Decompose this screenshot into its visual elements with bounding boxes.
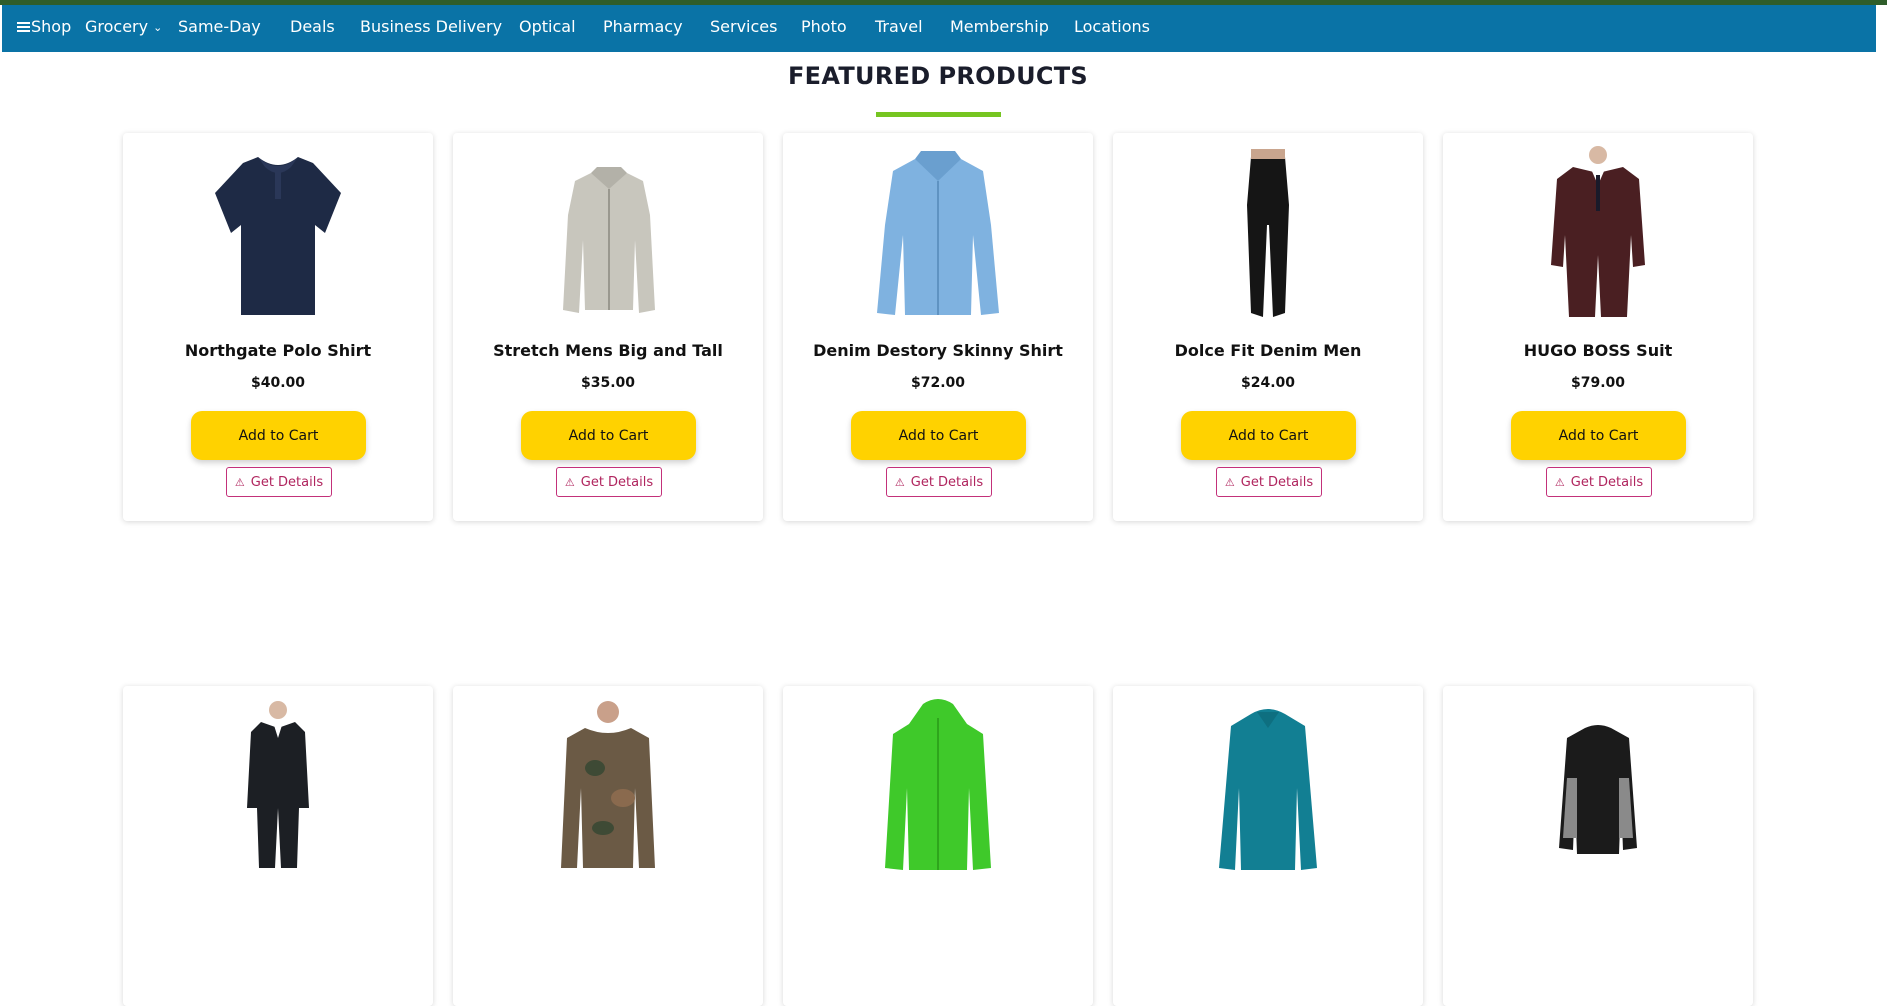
- section-title: FEATURED PRODUCTS: [0, 62, 1876, 90]
- get-details-label: Get Details: [1570, 474, 1644, 490]
- nav-shop[interactable]: Shop: [17, 13, 71, 41]
- get-details-button[interactable]: ⚠ Get Details: [886, 467, 992, 497]
- main-nav: Shop Grocery ⌄ Same-Day Deals Business De…: [2, 5, 1876, 52]
- get-details-label: Get Details: [250, 474, 324, 490]
- add-to-cart-button[interactable]: Add to Cart: [521, 411, 696, 460]
- product-card: [1113, 686, 1423, 1006]
- product-card: Dolce Fit Denim Men $24.00 Add to Cart ⚠…: [1113, 133, 1423, 521]
- warning-icon: ⚠: [234, 475, 245, 489]
- product-price: $40.00: [250, 375, 306, 391]
- product-image-black-suit[interactable]: [123, 698, 433, 878]
- nav-business-delivery[interactable]: Business Delivery: [360, 13, 502, 41]
- nav-same-day[interactable]: Same-Day: [178, 13, 261, 41]
- add-to-cart-button[interactable]: Add to Cart: [1181, 411, 1356, 460]
- add-to-cart-button[interactable]: Add to Cart: [851, 411, 1026, 460]
- warning-icon: ⚠: [564, 475, 575, 489]
- product-image-track-jacket[interactable]: [1443, 698, 1753, 878]
- product-name[interactable]: HUGO BOSS Suit: [1443, 341, 1753, 360]
- warning-icon: ⚠: [894, 475, 905, 489]
- product-image-green-jacket[interactable]: [783, 698, 1093, 878]
- nav-shop-label: Shop: [31, 17, 72, 36]
- add-to-cart-button[interactable]: Add to Cart: [1511, 411, 1686, 460]
- nav-travel[interactable]: Travel: [875, 13, 923, 41]
- get-details-label: Get Details: [580, 474, 654, 490]
- product-card: [123, 686, 433, 1006]
- nav-deals[interactable]: Deals: [290, 13, 335, 41]
- product-card: [453, 686, 763, 1006]
- product-card: Stretch Mens Big and Tall $35.00 Add to …: [453, 133, 763, 521]
- product-name[interactable]: Denim Destory Skinny Shirt: [783, 341, 1093, 360]
- product-price: $35.00: [580, 375, 636, 391]
- nav-membership[interactable]: Membership: [950, 13, 1049, 41]
- get-details-button[interactable]: ⚠ Get Details: [556, 467, 662, 497]
- product-image-checked-shirt[interactable]: [453, 145, 763, 325]
- product-card: [783, 686, 1093, 1006]
- get-details-button[interactable]: ⚠ Get Details: [1216, 467, 1322, 497]
- product-name[interactable]: Northgate Polo Shirt: [123, 341, 433, 360]
- product-price: $24.00: [1240, 375, 1296, 391]
- warning-icon: ⚠: [1224, 475, 1235, 489]
- product-card: Northgate Polo Shirt $40.00 Add to Cart …: [123, 133, 433, 521]
- get-details-label: Get Details: [910, 474, 984, 490]
- product-card: HUGO BOSS Suit $79.00 Add to Cart ⚠ Get D…: [1443, 133, 1753, 521]
- nav-locations[interactable]: Locations: [1074, 13, 1150, 41]
- nav-optical[interactable]: Optical: [519, 13, 576, 41]
- add-to-cart-button[interactable]: Add to Cart: [191, 411, 366, 460]
- product-card: Denim Destory Skinny Shirt $72.00 Add to…: [783, 133, 1093, 521]
- get-details-button[interactable]: ⚠ Get Details: [1546, 467, 1652, 497]
- get-details-label: Get Details: [1240, 474, 1314, 490]
- warning-icon: ⚠: [1554, 475, 1565, 489]
- title-underline: [876, 112, 1001, 117]
- product-price: $79.00: [1570, 375, 1626, 391]
- get-details-button[interactable]: ⚠ Get Details: [226, 467, 332, 497]
- menu-icon: [17, 22, 30, 33]
- product-image-teal-pullover[interactable]: [1113, 698, 1423, 878]
- nav-services[interactable]: Services: [710, 13, 777, 41]
- chevron-down-icon: ⌄: [153, 21, 163, 34]
- product-name[interactable]: Dolce Fit Denim Men: [1113, 341, 1423, 360]
- product-image-camo-sweater[interactable]: [453, 698, 763, 878]
- nav-grocery-label: Grocery: [85, 17, 149, 36]
- product-card: [1443, 686, 1753, 1006]
- section-title-part1: FEATURED: [787, 62, 931, 90]
- product-image-burgundy-suit[interactable]: [1443, 145, 1753, 325]
- nav-photo[interactable]: Photo: [801, 13, 847, 41]
- nav-grocery[interactable]: Grocery ⌄: [85, 13, 162, 41]
- product-image-black-jeans[interactable]: [1113, 145, 1423, 325]
- product-name[interactable]: Stretch Mens Big and Tall: [453, 341, 763, 360]
- product-price: $72.00: [910, 375, 966, 391]
- nav-pharmacy[interactable]: Pharmacy: [603, 13, 683, 41]
- product-image-blue-shirt[interactable]: [783, 145, 1093, 325]
- section-title-part2: PRODUCTS: [938, 62, 1089, 90]
- product-image-navy-polo[interactable]: [123, 145, 433, 325]
